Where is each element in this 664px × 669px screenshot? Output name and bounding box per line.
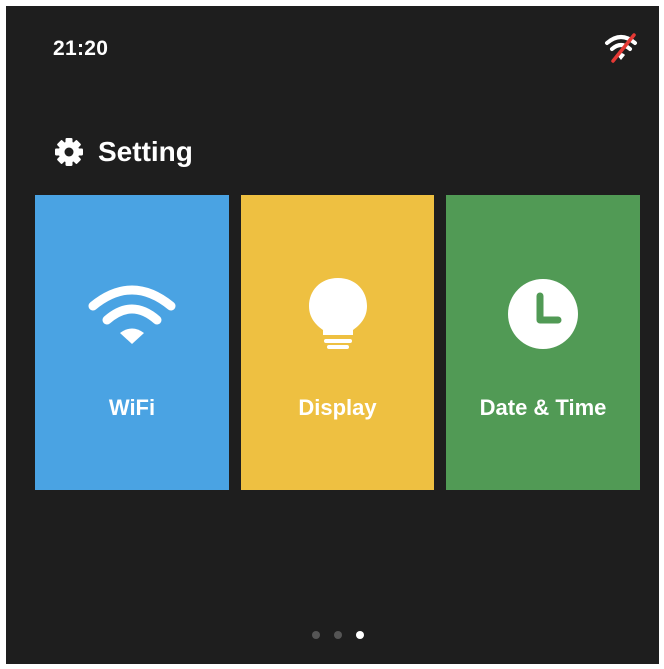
page-dot[interactable] xyxy=(312,631,320,639)
wifi-tile[interactable]: WiFi xyxy=(35,195,229,490)
gear-icon xyxy=(55,138,83,166)
lightbulb-icon xyxy=(308,278,367,349)
page-title: Setting xyxy=(98,136,193,167)
clock-icon xyxy=(508,279,578,349)
wifi-off-icon[interactable] xyxy=(604,30,638,64)
page-indicator xyxy=(312,631,378,639)
display-tile[interactable]: Display xyxy=(241,195,434,490)
display-tile-label: Display xyxy=(298,395,377,420)
page-dot-active[interactable] xyxy=(356,631,364,639)
status-time: 21:20 xyxy=(53,37,109,60)
wifi-tile-label: WiFi xyxy=(108,395,156,420)
date-time-tile[interactable]: Date & Time xyxy=(446,195,640,490)
wifi-icon xyxy=(88,285,176,344)
settings-screen: 21:20 Setting WiFi Display Date & Time xyxy=(6,6,659,664)
date-time-tile-label: Date & Time xyxy=(479,395,607,420)
page-dot[interactable] xyxy=(334,631,342,639)
page-header: Setting xyxy=(54,134,193,170)
